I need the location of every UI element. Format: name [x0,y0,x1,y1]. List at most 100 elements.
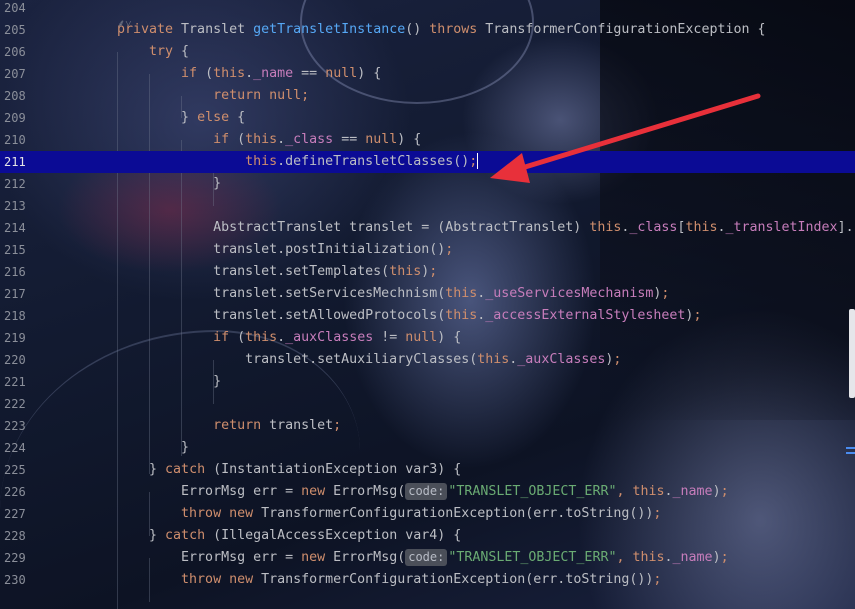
code-token: _transletIndex [725,220,838,235]
line-number[interactable]: 227 [4,503,44,525]
line-number[interactable]: 218 [4,305,44,327]
line-number[interactable]: 225 [4,459,44,481]
code-text[interactable]: translet.setAllowedProtocols(this._acces… [117,305,701,327]
code-line[interactable]: 221 } [0,371,855,393]
code-text[interactable]: } [117,437,189,459]
code-text[interactable]: if (this._name == null) { [117,63,381,85]
text-caret [477,153,479,169]
code-line[interactable]: 224 } [0,437,855,459]
code-token: AbstractTranslet translet = (AbstractTra… [117,220,590,235]
code-line[interactable]: 218 translet.setAllowedProtocols(this._a… [0,305,855,327]
code-token: _class [285,132,334,147]
line-number[interactable]: 229 [4,547,44,569]
code-line[interactable]: 215 translet.postInitialization(); [0,239,855,261]
code-editor[interactable]: 204 205 private Translet getTransletInstan… [0,0,855,609]
code-text[interactable]: return translet; [117,415,341,437]
code-text[interactable]: throw new TransformerConfigurationExcept… [117,503,661,525]
code-token: _auxClasses [517,352,606,367]
line-number[interactable]: 220 [4,349,44,371]
code-token: ( [237,330,246,345]
code-token: () [405,22,430,37]
line-number[interactable]: 217 [4,283,44,305]
code-line[interactable]: 228 } catch (IllegalAccessException var4… [0,525,855,547]
code-text[interactable]: } else { [117,107,245,129]
line-number[interactable]: 222 [4,393,44,415]
code-text[interactable]: try { [117,41,189,63]
code-token: . [277,330,286,345]
line-number[interactable]: 216 [4,261,44,283]
line-number[interactable]: 204 [4,0,44,19]
code-line[interactable]: 219 if (this._auxClasses != null) { [0,327,855,349]
code-text[interactable]: } catch (InstantiationException var3) { [117,459,461,481]
code-text[interactable]: } catch (IllegalAccessException var4) { [117,525,461,547]
code-token: ; [469,154,478,169]
code-token: "TRANSLET_OBJECT_ERR" [448,550,617,565]
line-number[interactable]: 221 [4,371,44,393]
code-text[interactable]: translet.setServicesMechnism(this._useSe… [117,283,669,305]
code-token: , [616,550,633,565]
code-line[interactable]: 225 } catch (InstantiationException var3… [0,459,855,481]
line-number[interactable]: 206 [4,41,44,63]
code-line[interactable]: 230 throw new TransformerConfigurationEx… [0,569,855,591]
line-number[interactable]: 214 [4,217,44,239]
line-number[interactable]: 210 [4,129,44,151]
code-line[interactable]: 217 translet.setServicesMechnism(this._u… [0,283,855,305]
code-text[interactable]: if (this._auxClasses != null) { [117,327,461,349]
line-number[interactable]: 226 [4,481,44,503]
code-text[interactable]: translet.postInitialization(); [117,239,453,261]
line-number[interactable]: 209 [4,107,44,129]
code-text[interactable]: return null; [117,85,309,107]
code-token: new [301,484,334,499]
code-line[interactable]: 227 throw new TransformerConfigurationEx… [0,503,855,525]
code-text[interactable]: this.defineTransletClasses(); [117,151,479,173]
code-token: == [293,66,326,81]
code-text[interactable]: if (this._class == null) { [117,129,421,151]
code-token: this [213,66,246,81]
code-line[interactable]: 209 } else { [0,107,855,129]
code-text[interactable]: ErrorMsg err = new ErrorMsg(code: "TRANSL… [117,547,729,569]
code-line[interactable]: 206 try { [0,41,855,63]
code-line[interactable]: 229 ErrorMsg err = new ErrorMsg(code: "TR… [0,547,855,569]
code-line-current[interactable]: 211 this.defineTransletClasses(); [0,151,855,173]
line-number[interactable]: 215 [4,239,44,261]
line-number[interactable]: 228 [4,525,44,547]
line-number[interactable]: 207 [4,63,44,85]
fold-hint-icon[interactable]: ⸙˅ [117,16,131,31]
line-number[interactable]: 219 [4,327,44,349]
line-number[interactable]: 223 [4,415,44,437]
line-number[interactable]: 211 [4,151,44,173]
code-line[interactable]: 223 return translet; [0,415,855,437]
code-token: != [373,330,406,345]
code-token: ) { [357,66,382,81]
code-text[interactable]: ErrorMsg err = new ErrorMsg(code: "TRANSL… [117,481,729,503]
code-line[interactable]: 220 translet.setAuxiliaryClasses(this._a… [0,349,855,371]
code-line[interactable]: 212 } [0,173,855,195]
line-number[interactable]: 205 [4,19,44,41]
code-token: _class [629,220,678,235]
code-line[interactable]: 214 AbstractTranslet translet = (Abstrac… [0,217,855,239]
code-token: translet [269,418,334,433]
code-line[interactable]: 208 return null; [0,85,855,107]
code-token: _name [672,550,713,565]
code-line[interactable]: 207 if (this._name == null) { [0,63,855,85]
line-number[interactable]: 212 [4,173,44,195]
code-text[interactable]: AbstractTranslet translet = (AbstractTra… [117,217,854,239]
line-number[interactable]: 230 [4,569,44,591]
code-line[interactable]: 226 ErrorMsg err = new ErrorMsg(code: "TR… [0,481,855,503]
line-number[interactable]: 224 [4,437,44,459]
code-line[interactable]: 222 [0,393,855,415]
code-text[interactable]: } [117,371,221,393]
code-line[interactable]: 210 if (this._class == null) { [0,129,855,151]
scrollbar-thumb[interactable] [849,309,855,398]
code-token: null [325,66,358,81]
line-number[interactable]: 213 [4,195,44,217]
code-line[interactable]: 216 translet.setTemplates(this); [0,261,855,283]
line-number[interactable]: 208 [4,85,44,107]
code-text[interactable]: } [117,173,221,195]
code-line[interactable]: 213 [0,195,855,217]
code-token: . [664,550,673,565]
code-text[interactable]: throw new TransformerConfigurationExcept… [117,569,661,591]
code-text[interactable]: translet.setAuxiliaryClasses(this._auxCl… [117,349,621,371]
code-text[interactable]: private Translet getTransletInstance() t… [117,19,766,41]
code-text[interactable]: translet.setTemplates(this); [117,261,437,283]
